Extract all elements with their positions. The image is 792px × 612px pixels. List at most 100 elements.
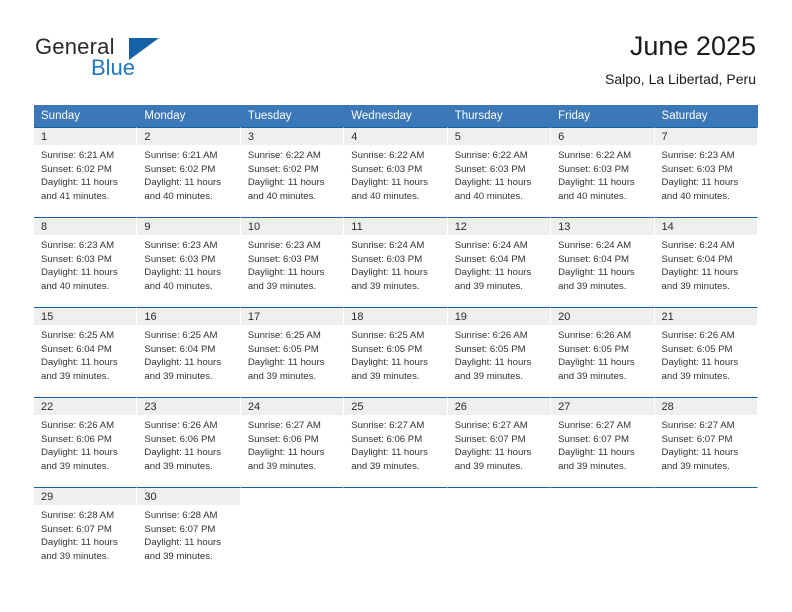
calendar-empty-cell — [551, 487, 655, 577]
calendar-day-cell[interactable]: 4 Sunrise: 6:22 AM Sunset: 6:03 PM Daylight… — [344, 127, 448, 217]
calendar-day-cell[interactable]: 11 Sunrise: 6:24 AM Sunset: 6:03 PM Dayligh… — [344, 217, 448, 307]
calendar-day-cell[interactable]: 1 Sunrise: 6:21 AM Sunset: 6:02 PM Daylight… — [34, 127, 138, 217]
day-number: 1 — [34, 128, 137, 145]
sunset-text: Sunset: 6:03 PM — [351, 253, 423, 265]
sunrise-text: Sunrise: 6:24 AM — [558, 240, 632, 251]
calendar-table: Sunday Monday Tuesday Wednesday Thursday… — [34, 105, 758, 577]
day-details: Sunrise: 6:27 AM Sunset: 6:07 PM Daylight:… — [448, 415, 550, 473]
calendar-day-cell[interactable]: 5 Sunrise: 6:22 AM Sunset: 6:03 PM Daylight… — [447, 127, 552, 217]
sunrise-text: Sunrise: 6:24 AM — [454, 240, 528, 251]
sunset-text: Sunset: 6:07 PM — [558, 433, 630, 445]
calendar-week-row: 1 Sunrise: 6:21 AM Sunset: 6:02 PM Daylight… — [34, 127, 758, 217]
day-number — [654, 488, 757, 505]
day-cell-inner: 22 Sunrise: 6:26 AM Sunset: 6:06 PM Dayligh… — [34, 397, 138, 487]
day-number — [344, 488, 447, 505]
day-cell-inner: 21 Sunrise: 6:26 AM Sunset: 6:05 PM Dayligh… — [654, 307, 758, 397]
calendar-day-cell[interactable]: 25 Sunrise: 6:27 AM Sunset: 6:06 PM Dayligh… — [344, 397, 448, 487]
calendar-day-cell[interactable]: 3 Sunrise: 6:22 AM Sunset: 6:02 PM Daylight… — [240, 127, 345, 217]
calendar-day-cell[interactable]: 23 Sunrise: 6:26 AM Sunset: 6:06 PM Dayligh… — [137, 397, 241, 487]
day-cell-inner: 7 Sunrise: 6:23 AM Sunset: 6:03 PM Daylight… — [654, 127, 758, 217]
day-number: 13 — [551, 218, 654, 235]
daylight-text: Daylight: 11 hours and 40 minutes. — [558, 177, 635, 202]
day-cell-inner: 14 Sunrise: 6:24 AM Sunset: 6:04 PM Dayligh… — [654, 217, 758, 307]
calendar-day-cell[interactable]: 6 Sunrise: 6:22 AM Sunset: 6:03 PM Daylight… — [551, 127, 655, 217]
calendar-day-cell[interactable]: 28 Sunrise: 6:27 AM Sunset: 6:07 PM Dayligh… — [654, 397, 758, 487]
sunrise-text: Sunrise: 6:27 AM — [661, 420, 735, 431]
calendar-day-cell[interactable]: 7 Sunrise: 6:23 AM Sunset: 6:03 PM Daylight… — [654, 127, 758, 217]
calendar-day-cell[interactable]: 27 Sunrise: 6:27 AM Sunset: 6:07 PM Dayligh… — [551, 397, 655, 487]
day-number: 4 — [344, 128, 447, 145]
day-cell-inner — [654, 487, 758, 577]
calendar-day-cell[interactable]: 26 Sunrise: 6:27 AM Sunset: 6:07 PM Dayligh… — [447, 397, 552, 487]
sunset-text: Sunset: 6:05 PM — [558, 343, 630, 355]
calendar-day-cell[interactable]: 13 Sunrise: 6:24 AM Sunset: 6:04 PM Dayligh… — [551, 217, 655, 307]
sunrise-text: Sunrise: 6:26 AM — [41, 420, 115, 431]
daylight-text: Daylight: 11 hours and 40 minutes. — [661, 177, 739, 202]
calendar-day-cell[interactable]: 10 Sunrise: 6:23 AM Sunset: 6:03 PM Dayligh… — [240, 217, 345, 307]
day-cell-inner: 19 Sunrise: 6:26 AM Sunset: 6:05 PM Dayligh… — [447, 307, 552, 397]
calendar-page: General Blue June 2025 Salpo, La Liberta… — [0, 0, 792, 612]
sunrise-text: Sunrise: 6:24 AM — [661, 240, 735, 251]
sunset-text: Sunset: 6:04 PM — [454, 253, 526, 265]
sunset-text: Sunset: 6:03 PM — [558, 163, 630, 175]
sunrise-text: Sunrise: 6:25 AM — [144, 330, 218, 341]
day-cell-inner: 29 Sunrise: 6:28 AM Sunset: 6:07 PM Dayligh… — [34, 487, 138, 577]
calendar-day-cell[interactable]: 21 Sunrise: 6:26 AM Sunset: 6:05 PM Dayligh… — [654, 307, 758, 397]
calendar-day-cell[interactable]: 24 Sunrise: 6:27 AM Sunset: 6:06 PM Dayligh… — [240, 397, 345, 487]
sunset-text: Sunset: 6:07 PM — [41, 523, 112, 535]
sunset-text: Sunset: 6:03 PM — [144, 253, 216, 265]
general-blue-logo[interactable]: General Blue — [35, 36, 215, 86]
weekday-header-tuesday: Tuesday — [240, 105, 345, 127]
calendar-day-cell[interactable]: 18 Sunrise: 6:25 AM Sunset: 6:05 PM Dayligh… — [344, 307, 448, 397]
day-cell-inner: 26 Sunrise: 6:27 AM Sunset: 6:07 PM Dayligh… — [447, 397, 552, 487]
sunset-text: Sunset: 6:03 PM — [351, 163, 423, 175]
logo-word-blue: Blue — [91, 55, 136, 80]
calendar-day-cell[interactable]: 2 Sunrise: 6:21 AM Sunset: 6:02 PM Daylight… — [137, 127, 241, 217]
daylight-text: Daylight: 11 hours and 39 minutes. — [351, 267, 428, 292]
calendar-day-cell[interactable]: 17 Sunrise: 6:25 AM Sunset: 6:05 PM Dayligh… — [240, 307, 345, 397]
sunrise-text: Sunrise: 6:27 AM — [558, 420, 632, 431]
sunset-text: Sunset: 6:03 PM — [454, 163, 526, 175]
calendar-empty-cell — [344, 487, 448, 577]
day-cell-inner: 24 Sunrise: 6:27 AM Sunset: 6:06 PM Dayligh… — [240, 397, 345, 487]
day-details: Sunrise: 6:24 AM Sunset: 6:04 PM Daylight:… — [551, 235, 653, 293]
day-number: 30 — [137, 488, 240, 505]
calendar-day-cell[interactable]: 30 Sunrise: 6:28 AM Sunset: 6:07 PM Dayligh… — [137, 487, 241, 577]
calendar-day-cell[interactable]: 20 Sunrise: 6:26 AM Sunset: 6:05 PM Dayligh… — [551, 307, 655, 397]
daylight-text: Daylight: 11 hours and 39 minutes. — [454, 357, 532, 382]
day-cell-inner — [447, 487, 552, 577]
day-cell-inner: 8 Sunrise: 6:23 AM Sunset: 6:03 PM Daylight… — [34, 217, 138, 307]
day-number: 29 — [34, 488, 137, 505]
day-details: Sunrise: 6:26 AM Sunset: 6:05 PM Daylight:… — [551, 325, 653, 383]
day-cell-inner: 5 Sunrise: 6:22 AM Sunset: 6:03 PM Daylight… — [447, 127, 552, 217]
calendar-day-cell[interactable]: 22 Sunrise: 6:26 AM Sunset: 6:06 PM Dayligh… — [34, 397, 138, 487]
calendar-empty-cell — [654, 487, 758, 577]
sunrise-text: Sunrise: 6:23 AM — [144, 240, 218, 251]
day-number: 27 — [551, 398, 654, 415]
day-details: Sunrise: 6:23 AM Sunset: 6:03 PM Daylight:… — [137, 235, 239, 293]
day-cell-inner: 11 Sunrise: 6:24 AM Sunset: 6:03 PM Dayligh… — [344, 217, 448, 307]
daylight-text: Daylight: 11 hours and 39 minutes. — [661, 267, 739, 292]
sunrise-text: Sunrise: 6:26 AM — [558, 330, 632, 341]
page-header: General Blue June 2025 Salpo, La Liberta… — [0, 0, 792, 100]
day-cell-inner: 18 Sunrise: 6:25 AM Sunset: 6:05 PM Dayligh… — [344, 307, 448, 397]
calendar-day-cell[interactable]: 8 Sunrise: 6:23 AM Sunset: 6:03 PM Daylight… — [34, 217, 138, 307]
sunrise-text: Sunrise: 6:28 AM — [144, 510, 218, 521]
day-cell-inner: 17 Sunrise: 6:25 AM Sunset: 6:05 PM Dayligh… — [240, 307, 345, 397]
daylight-text: Daylight: 11 hours and 39 minutes. — [661, 447, 739, 472]
day-cell-inner: 30 Sunrise: 6:28 AM Sunset: 6:07 PM Dayligh… — [137, 487, 241, 577]
day-number: 3 — [240, 128, 344, 145]
sunrise-text: Sunrise: 6:21 AM — [41, 150, 115, 161]
weekday-header-monday: Monday — [137, 105, 241, 127]
day-cell-inner: 15 Sunrise: 6:25 AM Sunset: 6:04 PM Dayligh… — [34, 307, 138, 397]
daylight-text: Daylight: 11 hours and 39 minutes. — [144, 357, 222, 382]
calendar-day-cell[interactable]: 15 Sunrise: 6:25 AM Sunset: 6:04 PM Dayligh… — [34, 307, 138, 397]
calendar-day-cell[interactable]: 29 Sunrise: 6:28 AM Sunset: 6:07 PM Dayligh… — [34, 487, 138, 577]
calendar-day-cell[interactable]: 14 Sunrise: 6:24 AM Sunset: 6:04 PM Dayligh… — [654, 217, 758, 307]
day-cell-inner — [240, 487, 345, 577]
calendar-day-cell[interactable]: 12 Sunrise: 6:24 AM Sunset: 6:04 PM Dayligh… — [447, 217, 552, 307]
sunset-text: Sunset: 6:06 PM — [247, 433, 319, 445]
calendar-day-cell[interactable]: 16 Sunrise: 6:25 AM Sunset: 6:04 PM Dayligh… — [137, 307, 241, 397]
calendar-day-cell[interactable]: 9 Sunrise: 6:23 AM Sunset: 6:03 PM Daylight… — [137, 217, 241, 307]
calendar-day-cell[interactable]: 19 Sunrise: 6:26 AM Sunset: 6:05 PM Dayligh… — [447, 307, 552, 397]
